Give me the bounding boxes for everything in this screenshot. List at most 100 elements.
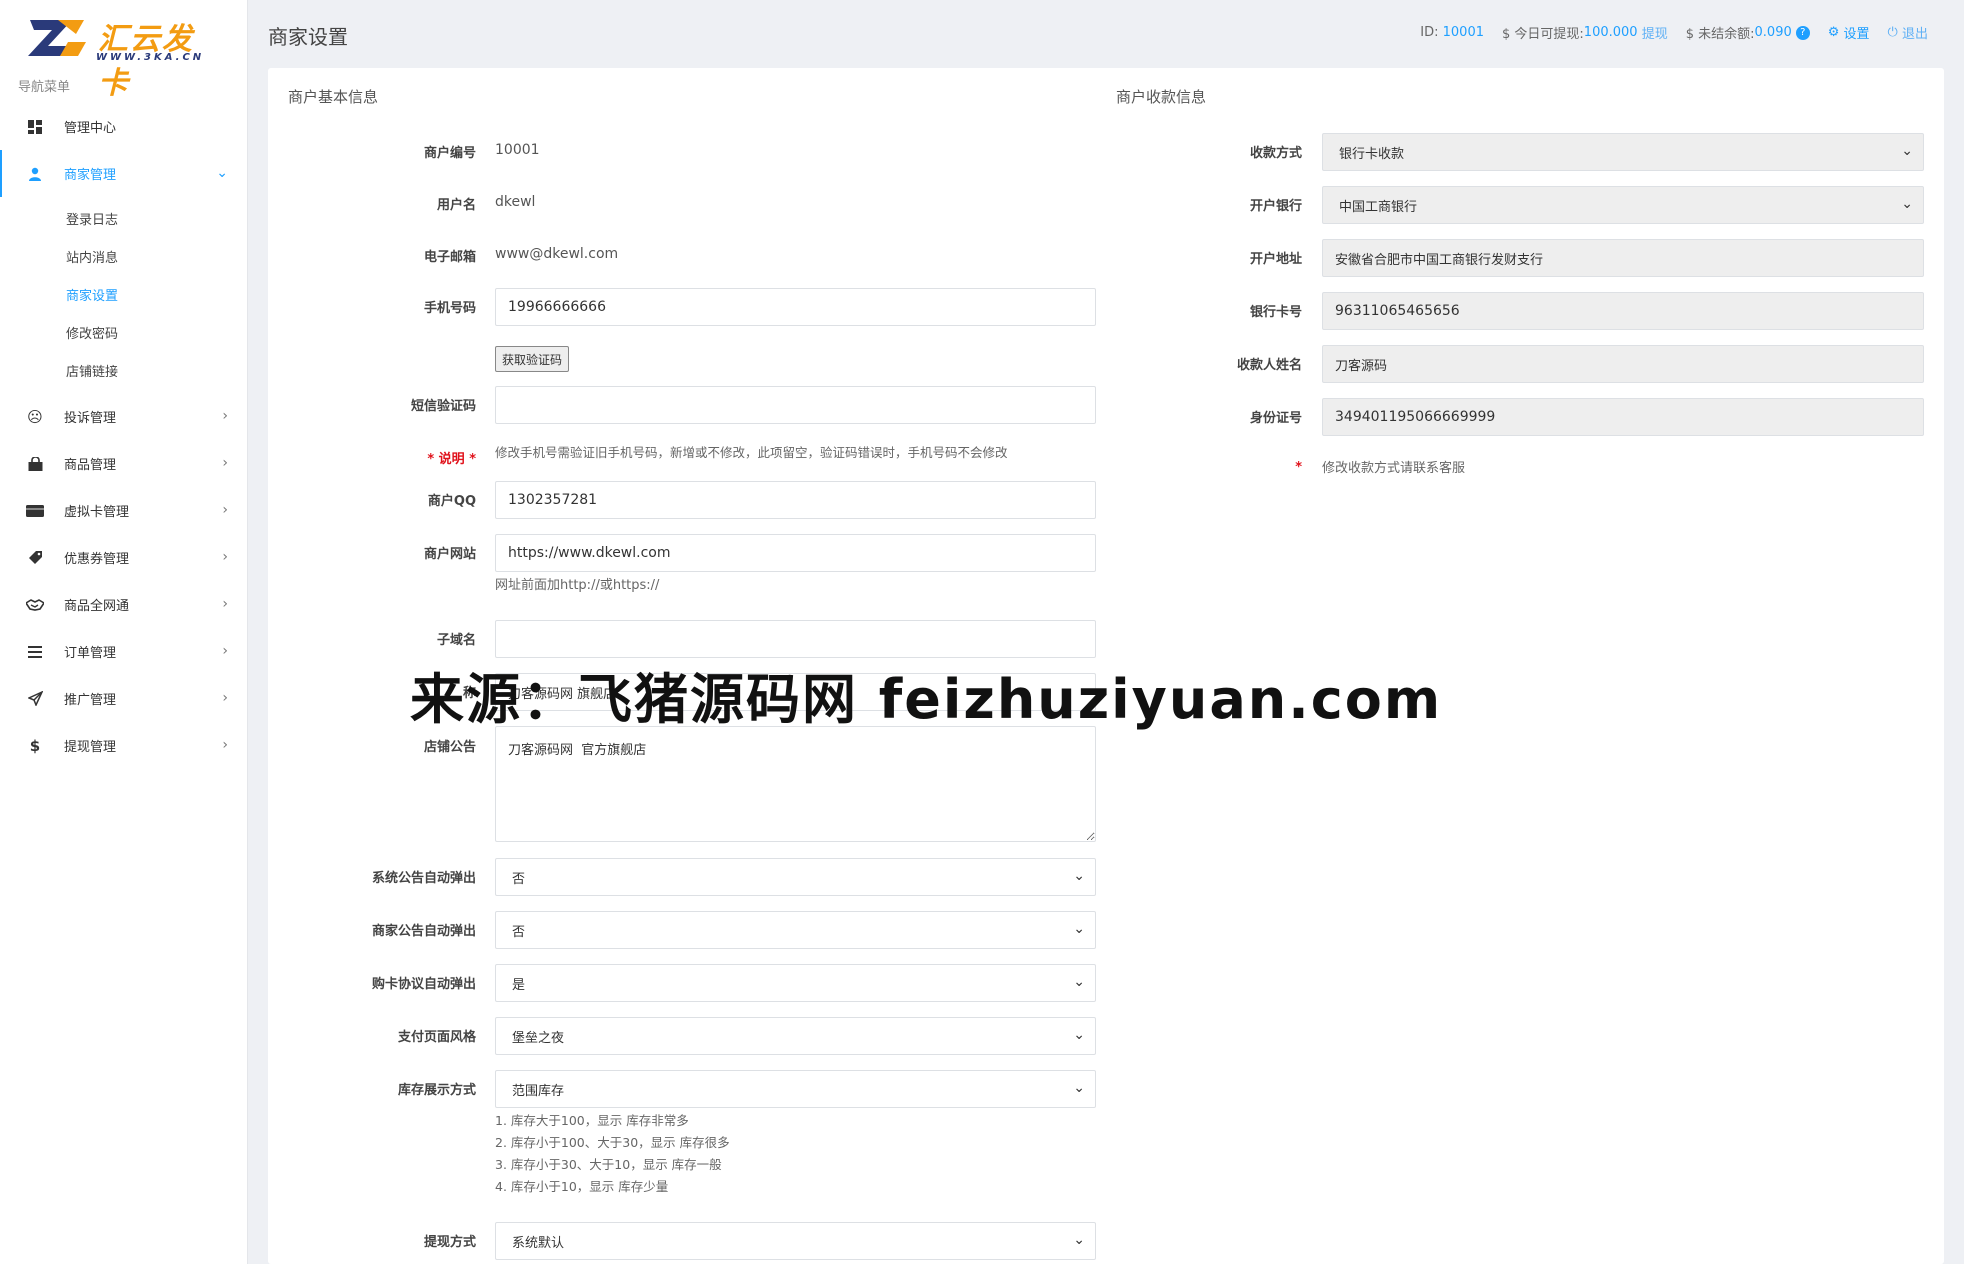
username-label: 用户名 [436, 198, 476, 213]
username-value: dkewl [495, 194, 536, 210]
merchant-no-label: 商户编号 [423, 146, 476, 161]
basic-info-title: 商户基本信息 [288, 88, 379, 106]
settings-label: 设置 [1843, 27, 1870, 42]
chevron-right-icon: › [222, 643, 228, 659]
logout-link[interactable]: ⏻ 退出 [1888, 23, 1928, 42]
pay-style-value: 堡垒之夜 [512, 1030, 565, 1046]
merchant-subnav: 登录日志 站内消息 商家设置 修改密码 店铺链接 [0, 197, 248, 393]
help-icon[interactable]: ? [1795, 25, 1810, 40]
nav-item-label: 虚拟卡管理 [64, 505, 130, 520]
nav-item-complaints[interactable]: ☹ 投诉管理 › [0, 393, 248, 440]
logo-mark-icon [28, 20, 86, 56]
settings-link[interactable]: ⚙ 设置 [1828, 23, 1870, 42]
logout-label: 退出 [1901, 27, 1928, 42]
bank-address-input[interactable] [1322, 239, 1924, 277]
sms-code-label: 短信验证码 [410, 399, 476, 414]
dollar-icon: $ [29, 736, 41, 755]
frown-icon: ☹ [27, 407, 43, 426]
stock-display-value: 范围库存 [512, 1083, 565, 1099]
chevron-down-icon: ⌄ [1073, 921, 1085, 937]
nav-item-promotion[interactable]: 推广管理 › [0, 675, 248, 722]
agreement-popup-select[interactable]: 是 ⌄ [495, 964, 1096, 1002]
merchant-no-value: 10001 [495, 142, 540, 158]
withdraw-link[interactable]: 提现 [1642, 23, 1668, 42]
chevron-right-icon: › [222, 549, 228, 565]
shop-notice-textarea[interactable]: 刀客源码网 官方旗舰店 [495, 726, 1096, 842]
card-number-label: 银行卡号 [1249, 305, 1302, 320]
pay-method-value: 银行卡收款 [1339, 146, 1405, 162]
watermark-text: 来源：飞猪源码网 feizhuziyuan.com [410, 668, 1443, 731]
shop-popup-label: 商家公告自动弹出 [371, 924, 476, 939]
bank-select[interactable]: 中国工商银行 ⌄ [1322, 186, 1924, 224]
id-number-label: 身份证号 [1249, 411, 1302, 426]
chevron-right-icon: › [222, 502, 228, 518]
sys-popup-select[interactable]: 否 ⌄ [495, 858, 1096, 896]
stock-display-label: 库存展示方式 [397, 1083, 476, 1098]
nav-item-label: 订单管理 [64, 646, 117, 661]
nav-item-network[interactable]: 商品全网通 › [0, 581, 248, 628]
sys-popup-value: 否 [512, 871, 526, 887]
qq-input[interactable] [495, 481, 1096, 519]
nav-item-withdraw[interactable]: $ 提现管理 › [0, 722, 248, 769]
bank-address-label: 开户地址 [1249, 252, 1302, 267]
nav-item-merchant[interactable]: 商家管理 ⌄ [0, 150, 248, 197]
merchant-id: ID: 10001 [1420, 25, 1484, 40]
nav-item-label: 推广管理 [64, 693, 117, 708]
nav-item-label: 商品全网通 [64, 599, 130, 614]
bank-label: 开户银行 [1249, 199, 1302, 214]
nav-item-products[interactable]: 商品管理 › [0, 440, 248, 487]
withdraw-method-label: 提现方式 [423, 1235, 476, 1250]
withdraw-method-value: 系统默认 [512, 1235, 565, 1251]
subnav-item-change-password[interactable]: 修改密码 [0, 313, 248, 351]
chevron-right-icon: › [222, 596, 228, 612]
phone-input[interactable] [495, 288, 1096, 326]
subnav-item-shop-link[interactable]: 店铺链接 [0, 351, 248, 389]
page-title: 商家设置 [268, 25, 348, 49]
merchant-id-label: ID: [1420, 25, 1439, 40]
shop-popup-select[interactable]: 否 ⌄ [495, 911, 1096, 949]
send-icon [26, 690, 44, 708]
id-number-input[interactable] [1322, 398, 1924, 436]
unsettled-label: $ 未结余额: [1685, 27, 1755, 42]
phone-change-note: 修改手机号需验证旧手机号码，新增或不修改，此项留空，验证码错误时，手机号码不会修… [495, 445, 1008, 460]
withdraw-method-select[interactable]: 系统默认 ⌄ [495, 1222, 1096, 1260]
payment-info-title: 商户收款信息 [1116, 88, 1207, 106]
get-code-button[interactable]: 获取验证码 [495, 346, 570, 372]
chevron-down-icon: ⌄ [1901, 196, 1913, 212]
stock-hint-4: 4. 库存小于10，显示 库存少量 [495, 1179, 669, 1194]
user-icon [26, 165, 44, 183]
card-number-input[interactable] [1322, 292, 1924, 330]
gear-icon: ⚙ [1827, 25, 1840, 40]
coupon-icon [26, 549, 44, 567]
nav-item-dashboard[interactable]: 管理中心 [0, 103, 248, 150]
power-icon: ⏻ [1887, 25, 1898, 40]
pay-style-select[interactable]: 堡垒之夜 ⌄ [495, 1017, 1096, 1055]
subnav-item-login-log[interactable]: 登录日志 [0, 199, 248, 237]
payment-note: 修改收款方式请联系客服 [1322, 461, 1466, 476]
subnav-item-messages[interactable]: 站内消息 [0, 237, 248, 275]
dashboard-icon [26, 118, 44, 136]
chevron-down-icon: ⌄ [1073, 1080, 1085, 1096]
pay-method-select[interactable]: 银行卡收款 ⌄ [1322, 133, 1924, 171]
payment-note-star: * [1295, 460, 1302, 475]
nav-item-label: 提现管理 [64, 740, 117, 755]
chevron-down-icon: ⌄ [216, 165, 228, 181]
subdomain-input[interactable] [495, 620, 1096, 658]
withdrawable-today: $ 今日可提现: 100.000 提现 [1502, 23, 1668, 42]
shopping-bag-icon [26, 455, 44, 473]
unsettled-value: 0.090 [1754, 25, 1792, 40]
subnav-item-merchant-settings[interactable]: 商家设置 [0, 275, 248, 313]
chevron-right-icon: › [222, 737, 228, 753]
chevron-right-icon: › [222, 408, 228, 424]
stock-display-select[interactable]: 范围库存 ⌄ [495, 1070, 1096, 1108]
logo[interactable]: 汇云发卡 WWW.3KA.CN [28, 14, 218, 101]
website-input[interactable] [495, 534, 1096, 572]
nav-item-coupons[interactable]: 优惠券管理 › [0, 534, 248, 581]
nav-item-orders[interactable]: 订单管理 › [0, 628, 248, 675]
payee-name-input[interactable] [1322, 345, 1924, 383]
chevron-down-icon: ⌄ [1073, 868, 1085, 884]
stock-hint-2: 2. 库存小于100、大于30，显示 库存很多 [495, 1135, 730, 1150]
nav-item-virtual-cards[interactable]: 虚拟卡管理 › [0, 487, 248, 534]
nav-item-label: 管理中心 [64, 121, 117, 136]
sms-code-input[interactable] [495, 386, 1096, 424]
